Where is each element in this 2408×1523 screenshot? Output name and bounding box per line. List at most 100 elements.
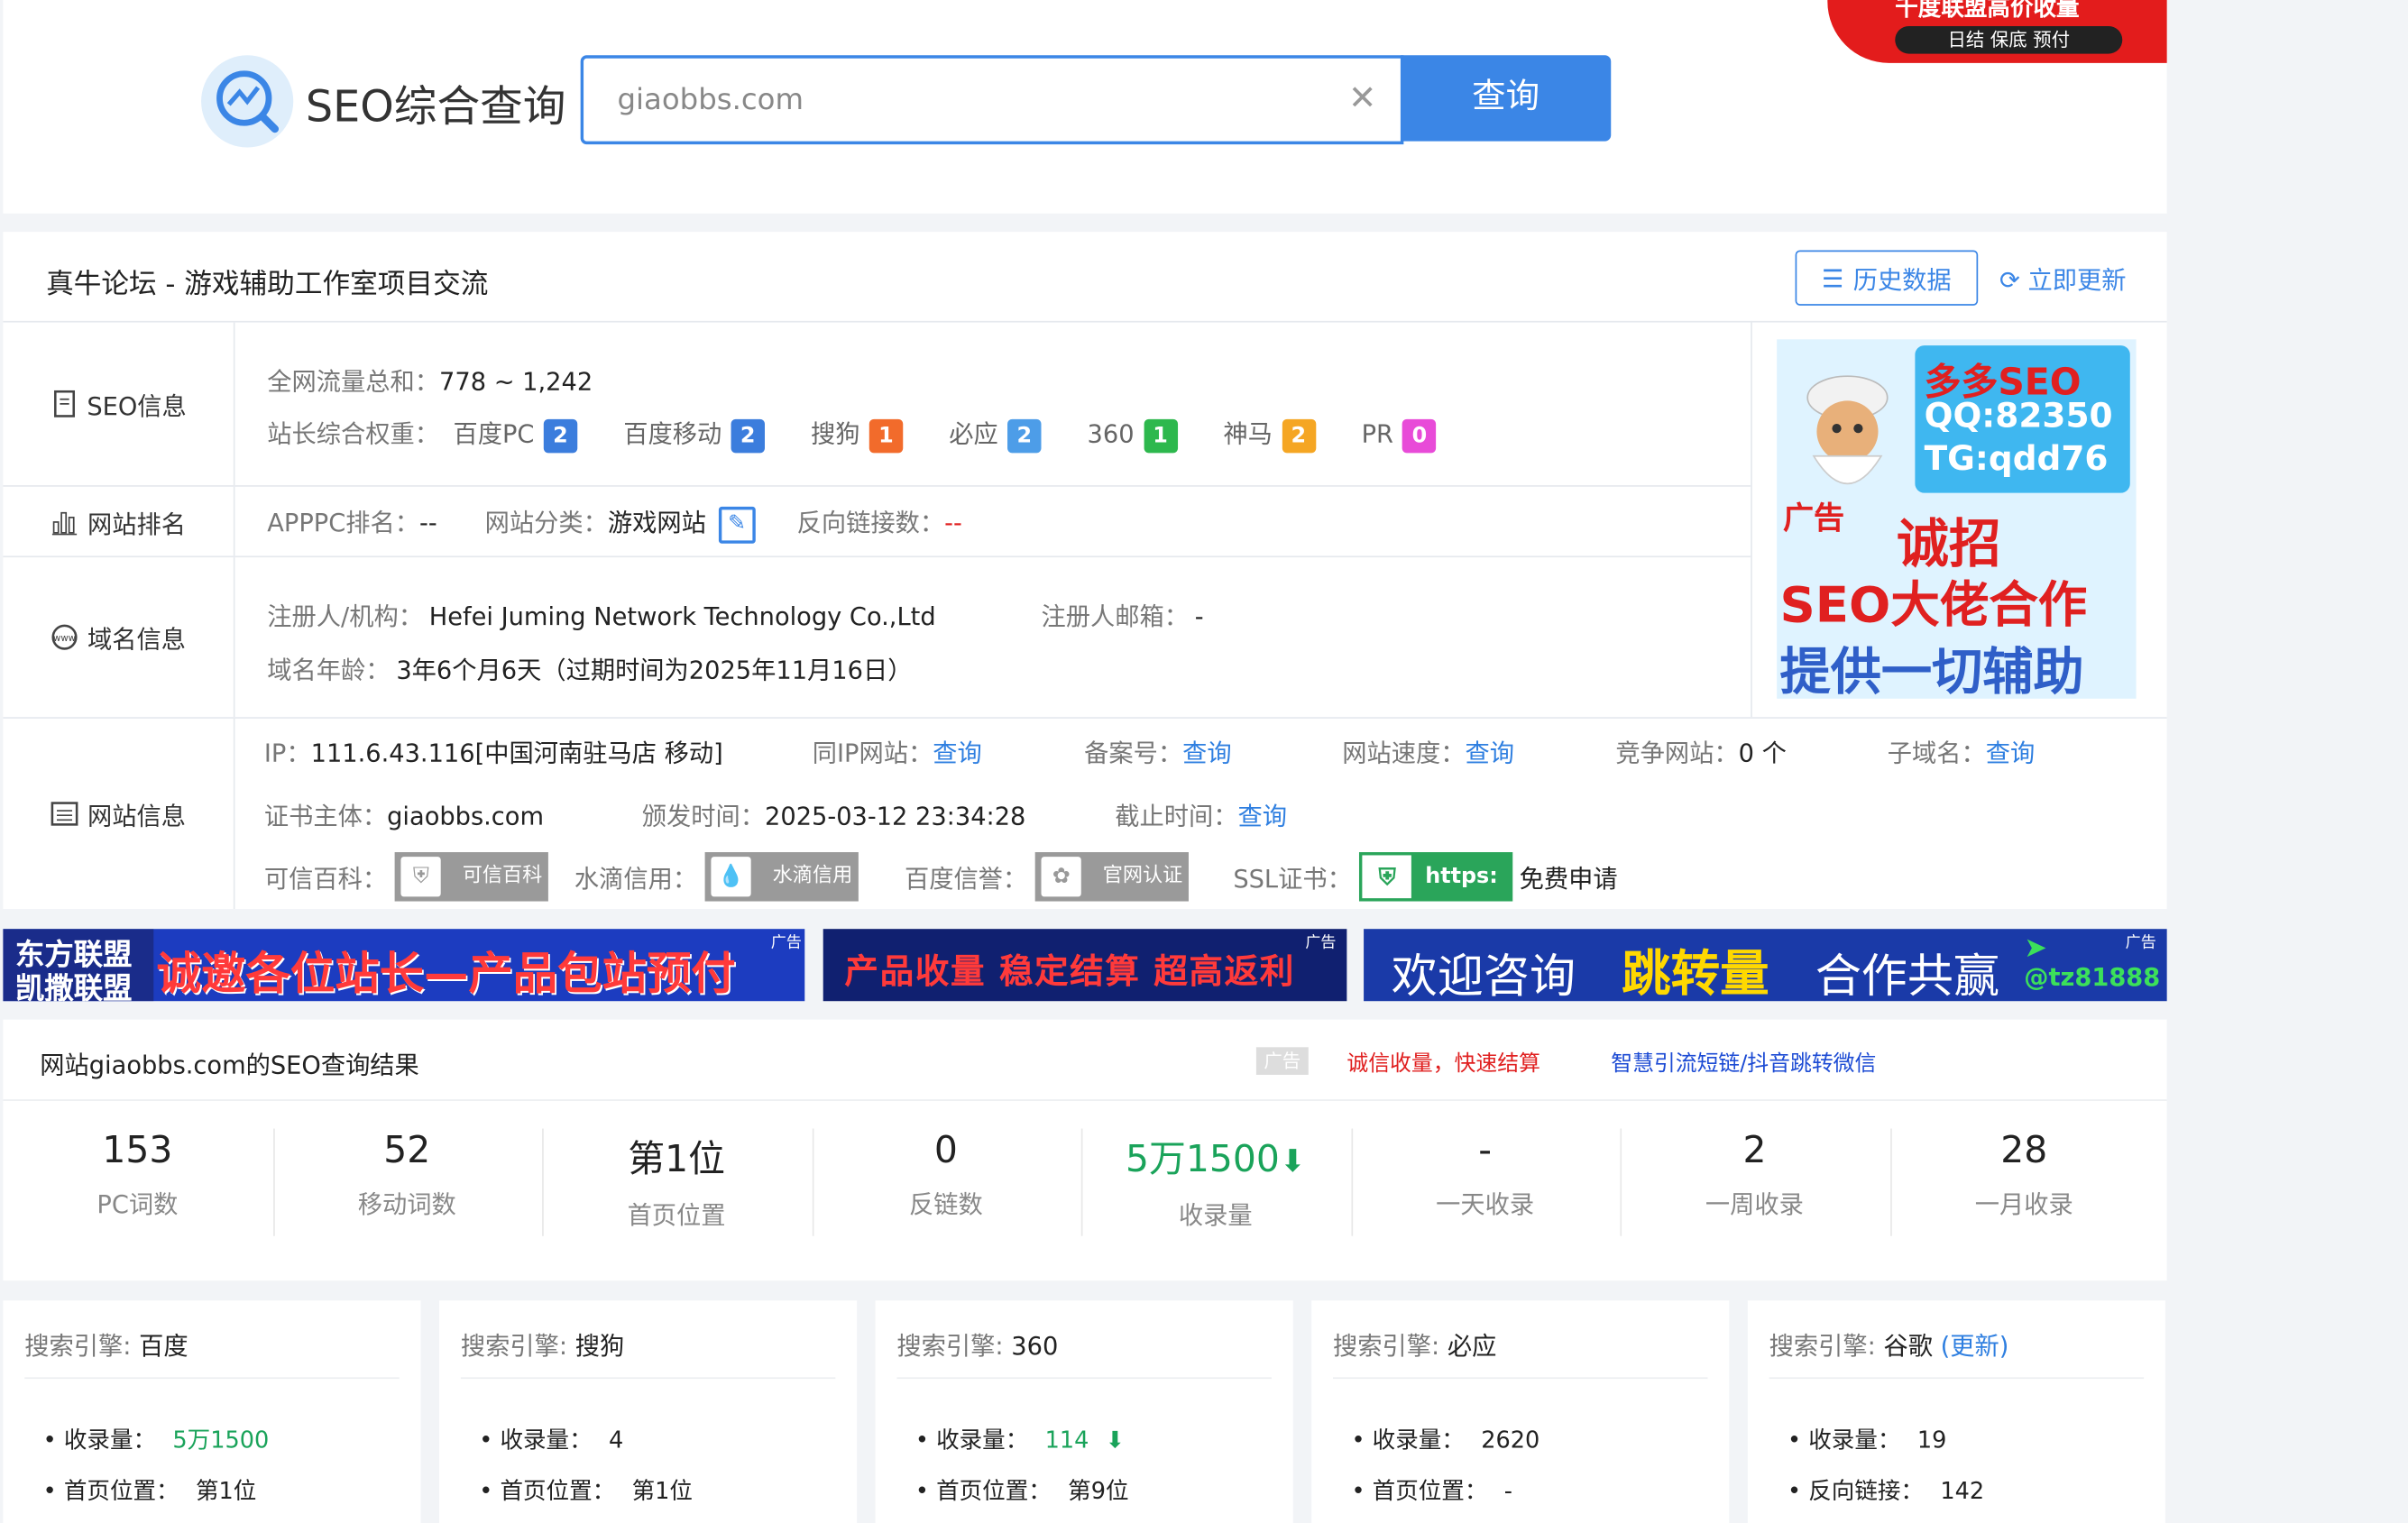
side-ad-line5: SEO大佬合作 [1779,575,2088,635]
divider [1889,1128,1891,1236]
weight-list: 百度PC 2 百度移动 2 搜狗 1 必应 2 360 1 神马 2 PR 0 [447,418,1437,453]
stat-item[interactable]: 52 移动词数 [272,1129,541,1221]
banner1-text: 诚邀各位站长—产品包站预付 [156,947,736,1000]
stat-caption: 收录量 [1178,1200,1253,1230]
weight-row: 站长综合权重： 百度PC 2 百度移动 2 搜狗 1 必应 2 360 1 神马 2 PR 0 [267,413,1437,453]
weight-name: 百度移动 [623,418,722,449]
stat-item[interactable]: 28 一月收录 [1889,1129,2158,1221]
baidu-badge[interactable]: ✿ 官网认证 [1034,851,1190,901]
history-label: 历史数据 [1852,265,1952,295]
banner3-text1: 欢迎咨询 [1391,950,1576,1002]
weight-badge[interactable]: 2 [1007,418,1042,453]
weight-badge[interactable]: 1 [1143,418,1178,453]
speed-label: 网站速度： [1342,739,1466,768]
weight-item: 360 1 [1087,418,1178,453]
divider [1751,320,1752,718]
rank-info-label: 网站排名 [3,486,235,556]
backlink-value: -- [944,508,962,537]
stat-item[interactable]: 第1位 首页位置 [542,1129,811,1232]
ssl-badge[interactable]: ⛨ https: [1359,851,1513,901]
speed-query-link[interactable]: 查询 [1465,739,1514,767]
down-arrow-icon: ⬇ [1105,1426,1126,1454]
weight-badge[interactable]: 1 [869,418,904,453]
shuidi-badge[interactable]: 💧 水滴信用 [704,851,859,901]
age-value: 3年6个月6天（过期时间为2025年11月16日） [396,656,913,685]
stat-item[interactable]: 0 反链数 [812,1129,1080,1221]
search-box: ✕ [580,55,1404,145]
history-button[interactable]: ☰ 历史数据 [1795,250,1979,306]
results-ad-link2[interactable]: 智慧引流短链/抖音跳转微信 [1611,1047,1876,1078]
engine-title: 搜索引擎: 百度 [24,1331,188,1361]
top-ad[interactable]: 千度联盟高价收量 日结 保底 预付 [1827,0,2167,63]
backlink-label: 反向链接数： [796,508,945,537]
email-value: - [1194,601,1204,631]
banner-ad-3[interactable]: 欢迎咨询 跳转量 合作共赢 ➤ @tz81888 广告 [1364,929,2167,1002]
divider [3,485,1751,487]
engine-title: 搜索引擎: 搜狗 [460,1331,625,1361]
divider [1333,1377,1708,1380]
shuidi-label: 水滴信用： [574,864,698,895]
banner1-tag: 广告 [770,935,802,952]
stat-number: 52 [383,1128,431,1172]
weight-name: 必应 [949,418,998,449]
edit-icon[interactable]: ✎ [718,506,756,543]
kexin-badge[interactable]: ⛨ 可信百科 [394,851,549,901]
telegram-icon: ➤ [2024,931,2047,965]
stat-number: 153 [102,1128,173,1172]
engine-rank-row: • 反向链接： 142 [1788,1477,1985,1505]
engine-index-row: • 收录量： 19 [1788,1426,1947,1454]
side-ad[interactable]: 多多SEO QQ:82350 TG:qdd76 广告 诚招 SEO大佬合作 提供… [1777,339,2137,699]
subdomain-query-link[interactable]: 查询 [1986,739,2036,767]
engine-title: 搜索引擎: 谷歌 (更新) [1769,1331,2009,1361]
stat-item[interactable]: - 一天收录 [1351,1129,1620,1221]
kexin-row: 可信百科： ⛨ 可信百科 [264,851,549,901]
email-row: 注册人邮箱： - [1041,596,1203,633]
subdomain-row: 子域名：查询 [1888,732,2036,769]
banner3-text2: 跳转量 [1622,944,1769,1002]
search-input[interactable] [614,77,1328,124]
domain-info-text: 域名信息 [87,625,187,655]
compete-value: 0 个 [1738,739,1787,768]
engine-index-row: • 收录量： 2620 [1351,1426,1540,1454]
weight-item: 百度PC 2 [454,418,578,453]
engine-title: 搜索引擎: 360 [896,1331,1059,1361]
engine-update-link[interactable]: (更新) [1941,1331,2009,1360]
weight-label: 站长综合权重： [267,418,440,449]
engine-index-row: • 收录量： 5万1500 [42,1426,270,1454]
weight-item: 百度移动 2 [623,418,765,453]
ssl-apply-link[interactable]: 免费申请 [1520,865,1618,894]
stat-item[interactable]: 153 PC词数 [3,1129,271,1221]
weight-badge[interactable]: 2 [1282,418,1316,453]
update-button[interactable]: ⟳ 立即更新 [1999,260,2127,297]
clear-icon[interactable]: ✕ [1348,80,1376,119]
stat-item[interactable]: 2 一周收录 [1620,1129,1889,1221]
stat-caption: PC词数 [97,1189,179,1220]
seo-info-text: SEO信息 [87,391,187,421]
stat-caption: 移动词数 [357,1189,456,1220]
search-button[interactable]: 查询 [1400,55,1612,142]
divider [3,1099,2167,1101]
results-ad-link1[interactable]: 诚信收量，快速结算 [1346,1047,1540,1078]
stat-caption: 首页位置 [627,1200,726,1230]
weight-badge[interactable]: 0 [1402,418,1437,453]
weight-badge[interactable]: 2 [731,418,765,453]
seo-info-label: SEO信息 [3,322,235,486]
stat-number: 5万1500⬇ [1126,1137,1306,1181]
web-info-text: 网站信息 [87,801,187,831]
sameip-query-link[interactable]: 查询 [933,739,982,767]
icp-query-link[interactable]: 查询 [1182,739,1232,767]
banner-ad-1[interactable]: 东方联盟 凯撒联盟 诚邀各位站长—产品包站预付 广告 [3,929,805,1002]
top-ad-line2: 日结 保底 预付 [1895,25,2123,54]
ip-label: IP： [263,739,311,768]
divider [896,1377,1272,1380]
logo-icon [201,55,294,148]
banner3-tag: 广告 [2125,935,2156,952]
traffic-value: 778 ~ 1,242 [439,366,593,397]
expire-query-link[interactable]: 查询 [1237,802,1287,830]
engine-card: 搜索引擎: 搜狗 • 收录量： 4 • 首页位置： 第1位 [439,1300,858,1523]
weight-badge[interactable]: 2 [543,418,578,453]
expire-label: 截止时间： [1115,801,1238,831]
stat-item[interactable]: 5万1500⬇ 收录量 [1081,1129,1350,1232]
banner-ad-2[interactable]: 产品收量 稳定结算 超高返利 广告 [823,929,1347,1002]
weight-name: 360 [1087,418,1135,449]
